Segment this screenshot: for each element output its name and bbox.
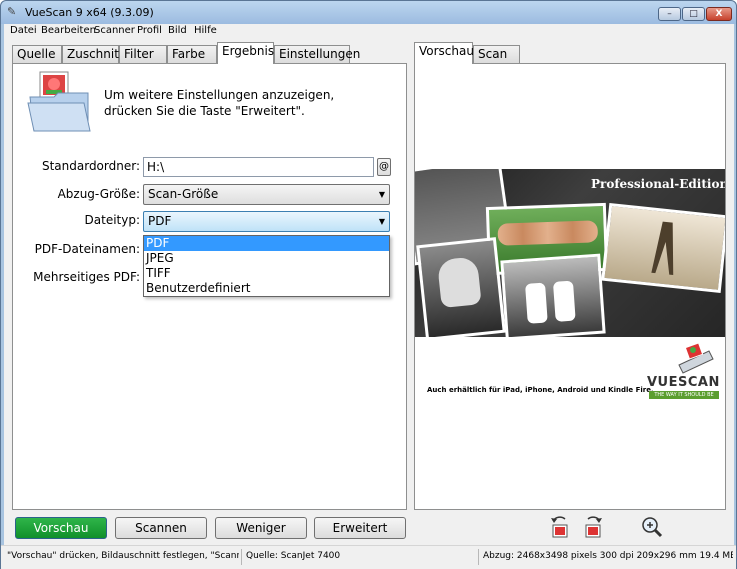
- menu-scanner[interactable]: Scanner: [94, 25, 135, 36]
- menu-bar: Datei Bearbeiten Scanner Profil Bild Hil…: [4, 24, 734, 39]
- preview-button[interactable]: Vorschau: [15, 517, 107, 539]
- multipage-pdf-label: Mehrseitiges PDF:: [33, 270, 140, 284]
- photo-boys: [500, 253, 606, 337]
- minimize-button[interactable]: –: [658, 7, 681, 21]
- app-window: ✎ VueScan 9 x64 (9.3.09) – □ X Datei Bea…: [0, 0, 737, 569]
- print-size-select[interactable]: Scan-Größe ▼: [143, 184, 390, 205]
- tab-ergebnis[interactable]: Ergebnis: [217, 42, 274, 64]
- default-folder-label: Standardordner:: [41, 159, 140, 173]
- rotate-right-icon[interactable]: [582, 515, 604, 539]
- file-type-option-custom[interactable]: Benutzerdefiniert: [144, 281, 389, 296]
- browse-folder-button[interactable]: @: [377, 158, 391, 176]
- status-message: "Vorschau" drücken, Bildauschnitt festle…: [7, 551, 239, 561]
- preview-image: Professional-Edition: [415, 169, 725, 337]
- photo-eiffel: [601, 202, 725, 294]
- default-folder-input[interactable]: H:\: [143, 157, 374, 177]
- menu-bearbeiten[interactable]: Bearbeiten: [41, 25, 96, 36]
- hint-text: Um weitere Einstellungen anzuzeigen, drü…: [104, 87, 334, 119]
- hint-line-2: drücken Sie die Taste "Erweitert".: [104, 104, 305, 118]
- hint-line-1: Um weitere Einstellungen anzuzeigen,: [104, 88, 335, 102]
- title-bar: ✎ VueScan 9 x64 (9.3.09) – □ X: [1, 1, 736, 24]
- rotate-left-icon[interactable]: [549, 515, 571, 539]
- dog-shape: [436, 256, 482, 309]
- status-bar: "Vorschau" drücken, Bildauschnitt festle…: [1, 545, 736, 569]
- status-source: Quelle: ScanJet 7400: [246, 551, 341, 561]
- status-print-size: Abzug: 2468x3498 pixels 300 dpi 209x296 …: [483, 551, 733, 561]
- file-type-option-pdf[interactable]: PDF: [144, 236, 389, 251]
- folder-photo-icon: [27, 71, 91, 132]
- file-type-value: PDF: [148, 214, 172, 228]
- print-size-value: Scan-Größe: [148, 187, 219, 201]
- file-type-option-jpeg[interactable]: JPEG: [144, 251, 389, 266]
- file-type-select[interactable]: PDF ▼: [143, 211, 390, 232]
- zoom-in-icon[interactable]: [640, 515, 664, 539]
- window-title: VueScan 9 x64 (9.3.09): [25, 6, 154, 19]
- file-type-label: Dateityp:: [84, 213, 140, 227]
- maximize-button[interactable]: □: [682, 7, 705, 21]
- menu-profil[interactable]: Profil: [137, 25, 162, 36]
- scanner-logo-icon: [678, 342, 714, 374]
- chevron-down-icon: ▼: [378, 190, 385, 199]
- file-type-dropdown: PDF JPEG TIFF Benutzerdefiniert: [143, 235, 390, 297]
- preview-tagline: Auch erhältlich für iPad, iPhone, Androi…: [427, 386, 654, 394]
- menu-hilfe[interactable]: Hilfe: [194, 25, 217, 36]
- logo-subtext: THE WAY IT SHOULD BE: [649, 391, 719, 399]
- tab-quelle[interactable]: Quelle: [12, 45, 62, 63]
- close-button[interactable]: X: [706, 7, 732, 21]
- children-faces: [497, 220, 599, 246]
- advanced-button[interactable]: Erweitert: [314, 517, 406, 539]
- tab-zuschnitt[interactable]: Zuschnitt: [62, 45, 124, 63]
- tab-einstellungen[interactable]: Einstellungen: [274, 45, 360, 63]
- file-type-option-tiff[interactable]: TIFF: [144, 266, 389, 281]
- eiffel-tower-graphic: [651, 221, 674, 276]
- less-button[interactable]: Weniger: [215, 517, 307, 539]
- tab-scan[interactable]: Scan: [473, 45, 520, 63]
- app-icon: ✎: [7, 5, 17, 18]
- pdf-filename-label: PDF-Dateinamen:: [34, 242, 140, 256]
- print-size-label: Abzug-Größe:: [57, 187, 140, 201]
- tab-vorschau[interactable]: Vorschau: [414, 42, 474, 64]
- tab-farbe[interactable]: Farbe: [167, 45, 217, 63]
- scan-button[interactable]: Scannen: [115, 517, 207, 539]
- vuescan-logo: VUESCAN THE WAY IT SHOULD BE: [645, 341, 719, 401]
- photo-dog: [416, 237, 506, 337]
- edition-banner: Professional-Edition: [591, 177, 725, 191]
- menu-datei[interactable]: Datei: [10, 25, 37, 36]
- chevron-down-icon: ▼: [378, 217, 385, 226]
- logo-text: VUESCAN: [647, 375, 720, 390]
- tab-filter[interactable]: Filter: [119, 45, 167, 63]
- menu-bild[interactable]: Bild: [168, 25, 187, 36]
